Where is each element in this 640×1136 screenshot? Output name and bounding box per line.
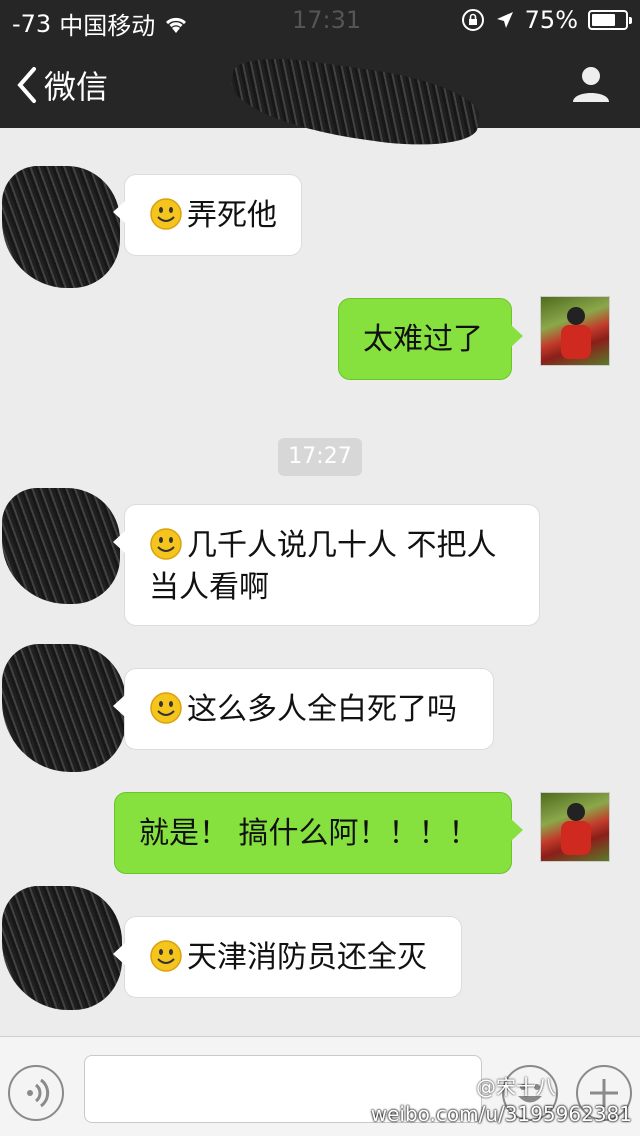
battery-fill [592, 14, 615, 26]
message-text: 天津消防员还全灭 [187, 940, 427, 975]
status-right: 75% [461, 6, 632, 34]
back-button[interactable]: 微信 [14, 62, 108, 108]
message-text: 太难过了 [363, 322, 483, 357]
message-bubble[interactable]: 就是！ 搞什么阿！！！！ [114, 792, 523, 874]
message-bubble[interactable]: 弄死他 [113, 174, 302, 256]
voice-wave-icon [27, 1078, 50, 1108]
location-arrow-icon [495, 10, 515, 30]
top-bar: -73 中国移动 17:31 75% 微信 [0, 0, 640, 156]
status-time: 17:31 [292, 6, 362, 34]
chat-area[interactable]: 弄死他 太难过了 17:27 几千人说几十人 不把人当人看啊 这么多人全白死了吗 [0, 128, 640, 1036]
avatar[interactable] [540, 296, 610, 366]
message-bubble[interactable]: 太难过了 [338, 298, 523, 380]
watermark-url: weibo.com/u/3195962381 [370, 1102, 632, 1126]
message-text: 弄死他 [187, 198, 277, 233]
message-bubble[interactable]: 这么多人全白死了吗 [113, 668, 494, 750]
back-label: 微信 [44, 68, 109, 106]
smiley-icon [150, 940, 182, 972]
message-text: 就是！ 搞什么阿！！！！ [139, 816, 479, 851]
voice-button[interactable] [8, 1065, 64, 1121]
avatar[interactable] [540, 792, 610, 862]
rotation-lock-icon [461, 8, 485, 32]
watermark-handle: @宋十八 [476, 1075, 556, 1099]
message-bubble[interactable]: 天津消防员还全灭 [113, 916, 462, 998]
avatar-redacted [2, 644, 126, 772]
avatar-redacted [2, 488, 120, 604]
smiley-icon [150, 198, 182, 230]
wifi-icon [163, 14, 189, 34]
status-left: -73 中国移动 [12, 6, 189, 41]
message-bubble[interactable]: 几千人说几十人 不把人当人看啊 [113, 504, 540, 626]
wechat-chat-screen: -73 中国移动 17:31 75% 微信 弄死他 太难过了 17:27 几千人… [0, 0, 640, 1136]
contact-profile-icon[interactable] [570, 62, 612, 104]
input-bar: @宋十八 weibo.com/u/3195962381 [0, 1036, 640, 1136]
chevron-left-icon [17, 67, 36, 103]
timestamp: 17:27 [278, 438, 362, 476]
status-bar: -73 中国移动 17:31 75% [0, 0, 640, 40]
battery-percent: 75% [524, 6, 578, 34]
message-text: 几千人说几十人 不把人当人看啊 [149, 528, 497, 605]
smiley-icon [150, 692, 182, 724]
carrier-name: 中国移动 [59, 12, 156, 40]
battery-icon [588, 10, 632, 30]
avatar-redacted [2, 886, 122, 1010]
avatar-redacted [2, 166, 120, 288]
smiley-icon [150, 528, 182, 560]
message-text: 这么多人全白死了吗 [187, 692, 457, 727]
signal-strength: -73 [12, 9, 52, 38]
